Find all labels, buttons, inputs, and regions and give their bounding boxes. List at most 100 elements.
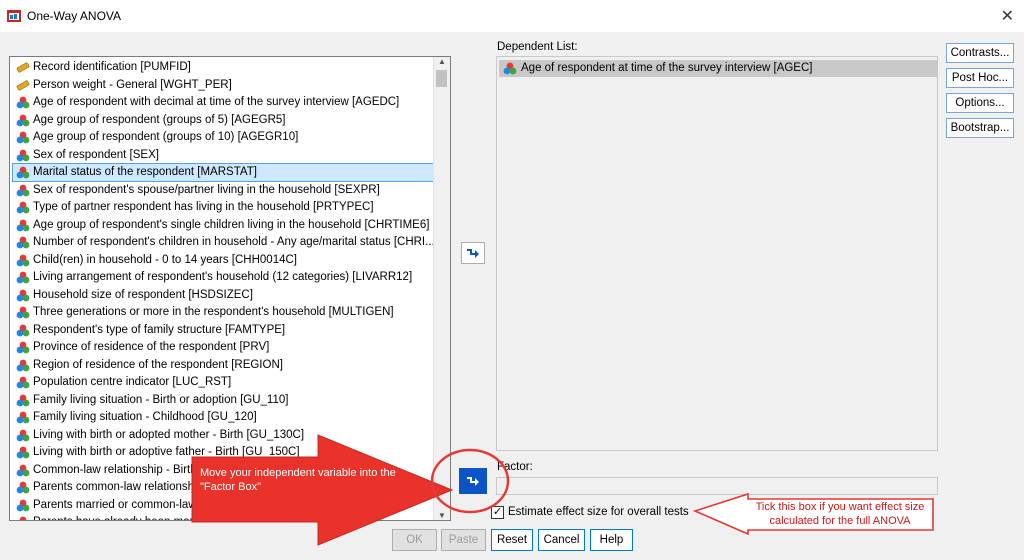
variable-label: Common-law relationship - Birth	[33, 463, 197, 476]
variable-list-item[interactable]: Family living situation - Birth or adopt…	[13, 392, 433, 409]
variable-label: Type of partner respondent has living in…	[33, 201, 374, 213]
variable-list-item[interactable]: Living arrangement of respondent's house…	[13, 269, 433, 286]
factor-label: Factor:	[497, 461, 533, 473]
variable-list-item[interactable]: Age of respondent with decimal at time o…	[13, 94, 433, 111]
variable-label: Living arrangement of respondent's house…	[33, 271, 413, 283]
right-arrow-icon	[467, 477, 479, 486]
nominal-icon	[16, 429, 30, 442]
variable-label: Family living situation - Childhood [GU_…	[33, 411, 257, 423]
variable-list-item[interactable]: Age group of respondent (groups of 5) [A…	[13, 112, 433, 129]
effect-size-label: Estimate effect size for overall tests	[508, 506, 689, 518]
variable-label: Sex of respondent [SEX]	[33, 148, 159, 161]
window-title: One-Way ANOVA	[27, 9, 122, 23]
scroll-down-icon[interactable]: ▼	[434, 511, 450, 520]
nominal-icon	[16, 306, 30, 319]
nominal-icon	[16, 236, 30, 249]
variable-label: Region of residence of the respondent [R…	[33, 358, 283, 371]
variable-label: Marital status of the respondent [MARSTA…	[33, 166, 257, 178]
contrasts-button[interactable]: Contrasts...	[946, 43, 1014, 63]
variable-list-item[interactable]: Household size of respondent [HSDSIZEC]	[13, 287, 433, 304]
variable-label: Parents common-law relationship	[33, 481, 204, 493]
nominal-icon	[16, 166, 30, 179]
variable-list-item[interactable]: Parents have already been married [GU_21…	[13, 514, 433, 520]
variable-label: Age group of respondent (groups of 10) […	[33, 131, 299, 143]
variable-label: Parents have already been married [GU_21…	[33, 516, 265, 520]
nominal-icon	[503, 62, 517, 75]
bootstrap-button[interactable]: Bootstrap...	[946, 118, 1014, 138]
variable-list-item[interactable]: Number of respondent's children in house…	[13, 234, 433, 251]
nominal-icon	[16, 516, 30, 520]
close-icon[interactable]: ✕	[1001, 6, 1014, 26]
variable-label: Living with birth or adopted mother - Bi…	[33, 428, 305, 441]
dependent-item-label: Age of respondent at time of the survey …	[521, 62, 813, 74]
nominal-icon	[16, 254, 30, 267]
dependent-list-box[interactable]: Age of respondent at time of the survey …	[496, 56, 938, 451]
nominal-icon	[16, 376, 30, 389]
paste-button[interactable]: Paste	[441, 529, 486, 551]
ruler-icon	[16, 79, 30, 92]
nominal-icon	[16, 324, 30, 337]
move-to-factor-button[interactable]	[459, 468, 487, 494]
variable-label: Sex of respondent's spouse/partner livin…	[33, 183, 380, 196]
variable-list-item[interactable]: Living with birth or adopted mother - Bi…	[13, 427, 433, 444]
variable-list-item[interactable]: Parents married or common-law - Birth or…	[13, 497, 433, 514]
post-hoc-button[interactable]: Post Hoc...	[946, 68, 1014, 88]
nominal-icon	[16, 201, 30, 214]
factor-callout-text: Move your independent variable into the …	[200, 467, 396, 493]
variable-list-item[interactable]: Sex of respondent's spouse/partner livin…	[13, 182, 433, 199]
move-to-dependent-button[interactable]	[461, 242, 485, 264]
variable-list-item[interactable]: Child(ren) in household - 0 to 14 years …	[13, 252, 433, 269]
scroll-up-icon[interactable]: ▲	[434, 57, 450, 66]
variable-label: Parents married or common-law - Birth or…	[33, 498, 322, 511]
nominal-icon	[16, 341, 30, 354]
variable-list-item[interactable]: Marital status of the respondent [MARSTA…	[12, 163, 434, 182]
variable-label: Age of respondent with decimal at time o…	[33, 96, 400, 108]
reset-button[interactable]: Reset	[491, 529, 533, 551]
variable-label: Record identification [PUMFID]	[33, 61, 191, 73]
variable-list-scrollbar[interactable]: ▲ ▼	[433, 57, 450, 520]
variable-list-item[interactable]: Region of residence of the respondent [R…	[13, 357, 433, 374]
tick-callout-text: Tick this box if you want effect size ca…	[755, 501, 925, 527]
source-variable-list[interactable]: Parents have already been married [GU_21…	[9, 56, 451, 521]
dependent-list-label: Dependent List:	[497, 41, 578, 53]
variable-label: Age group of respondent (groups of 5) [A…	[33, 113, 286, 126]
variable-label: Number of respondent's children in house…	[33, 236, 433, 248]
ruler-icon	[16, 61, 30, 74]
nominal-icon	[16, 114, 30, 127]
nominal-icon	[16, 446, 30, 459]
variable-list-item[interactable]: Age group of respondent (groups of 10) […	[13, 129, 433, 146]
variable-label: Person weight - General [WGHT_PER]	[33, 78, 232, 91]
nominal-icon	[16, 149, 30, 162]
variable-list-item[interactable]: Three generations or more in the respond…	[13, 304, 433, 321]
help-button[interactable]: Help	[590, 529, 633, 551]
variable-list-item[interactable]: Population centre indicator [LUC_RST]	[13, 374, 433, 391]
variable-list-item[interactable]: Person weight - General [WGHT_PER]	[13, 77, 433, 94]
nominal-icon	[16, 219, 30, 232]
variable-list-item[interactable]: Province of residence of the respondent …	[13, 339, 433, 356]
variable-list-item[interactable]: Record identification [PUMFID]	[13, 59, 433, 76]
variable-label: Family living situation - Birth or adopt…	[33, 393, 289, 406]
nominal-icon	[16, 131, 30, 144]
scrollbar-thumb[interactable]	[436, 70, 447, 87]
options-button[interactable]: Options...	[946, 93, 1014, 113]
nominal-icon	[16, 499, 30, 512]
nominal-icon	[16, 394, 30, 407]
variable-label: Living with birth or adoptive father - B…	[33, 446, 300, 458]
nominal-icon	[16, 359, 30, 372]
spss-app-icon	[7, 10, 21, 22]
variable-label: Population centre indicator [LUC_RST]	[33, 376, 232, 388]
variable-list-item[interactable]: Living with birth or adoptive father - B…	[13, 444, 433, 461]
nominal-icon	[16, 289, 30, 302]
ok-button[interactable]: OK	[392, 529, 437, 551]
variable-label: Age group of respondent's single childre…	[33, 218, 430, 231]
factor-box[interactable]	[496, 477, 938, 495]
dependent-list-item[interactable]: Age of respondent at time of the survey …	[499, 60, 937, 77]
variable-list-item[interactable]: Type of partner respondent has living in…	[13, 199, 433, 216]
right-arrow-icon	[467, 249, 479, 258]
variable-list-item[interactable]: Family living situation - Childhood [GU_…	[13, 409, 433, 426]
cancel-button[interactable]: Cancel	[538, 529, 585, 551]
variable-list-item[interactable]: Sex of respondent [SEX]	[13, 147, 433, 164]
effect-size-checkbox[interactable]: ✓	[491, 506, 504, 519]
variable-list-item[interactable]: Respondent's type of family structure [F…	[13, 322, 433, 339]
variable-list-item[interactable]: Age group of respondent's single childre…	[13, 217, 433, 234]
